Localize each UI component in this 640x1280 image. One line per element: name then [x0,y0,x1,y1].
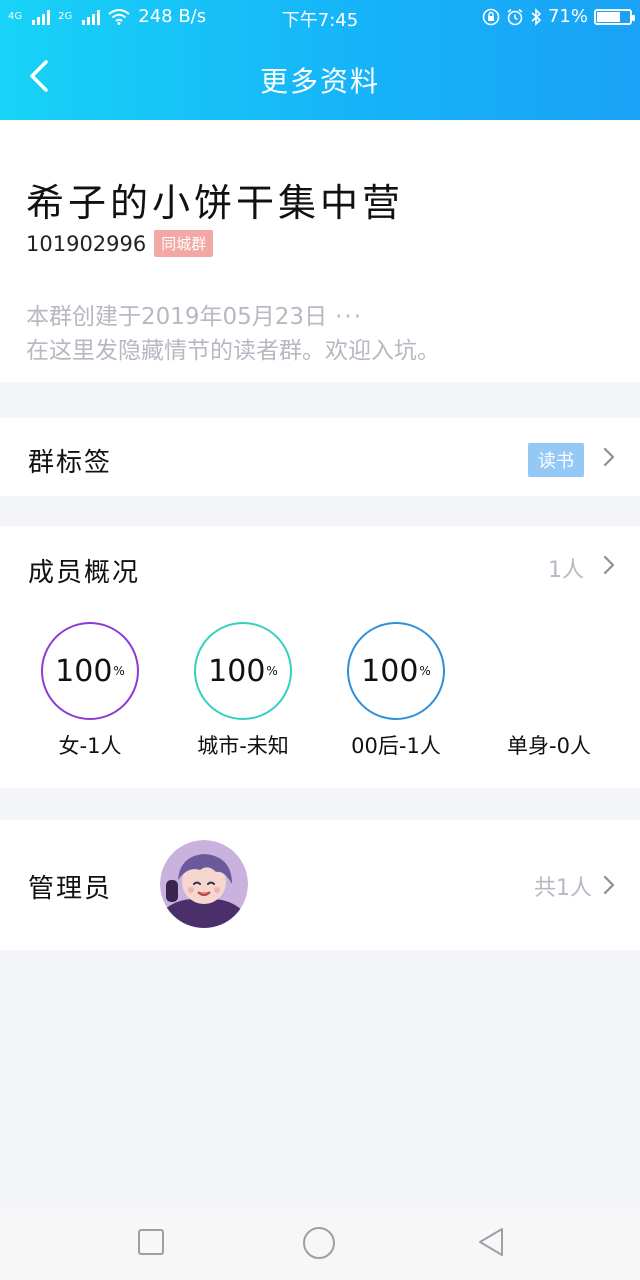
stat-unit: % [113,664,125,678]
stat-unit: % [419,664,431,678]
back-nav-icon[interactable] [476,1226,508,1258]
group-number: 101902996 [26,231,147,256]
chevron-right-icon [603,875,615,895]
bluetooth-icon [531,7,542,26]
stat-label: 00后-1人 [351,734,441,758]
group-name: 希子的小饼干集中营 [26,181,405,225]
admin-count: 共1人 [534,876,592,901]
recent-apps-icon[interactable] [137,1228,165,1256]
member-overview-label: 成员概况 [28,558,141,588]
group-info-card: 希子的小饼干集中营 101902996 同城群 本群创建于2019年05月23日… [0,120,640,382]
stat-single: 单身-0人 [474,622,624,760]
description-line-1: 本群创建于2019年05月23日 [26,304,328,330]
chevron-right-icon [603,447,615,467]
battery-icon [594,8,635,25]
avatar[interactable] [160,840,248,928]
stat-ring: 100% [194,622,292,720]
stat-value: 100 [208,653,266,689]
description-line-2: 在这里发隐藏情节的读者群。欢迎入坑。 [26,338,440,364]
stat-age: 100% 00后-1人 [321,622,471,760]
group-description[interactable]: 本群创建于2019年05月23日 ··· 在这里发隐藏情节的读者群。欢迎入坑。 [26,300,586,368]
admin-label: 管理员 [28,874,113,904]
status-right: 71% [482,6,635,27]
system-nav-bar [0,1210,640,1280]
battery-percent: 71% [547,6,588,27]
stat-ring-empty [474,622,624,720]
stat-gender: 100% 女-1人 [15,622,165,760]
status-bar: 4G 2G 248 B/s 下午7:45 71% [0,0,640,34]
rotation-lock-icon [482,8,500,25]
stat-label: 城市-未知 [197,734,289,758]
group-tags-label: 群标签 [28,448,113,478]
alarm-icon [507,8,523,25]
group-id-row: 101902996 同城群 [26,230,214,257]
stat-city: 100% 城市-未知 [168,622,318,760]
member-overview-card[interactable]: 成员概况 1人 100% 女-1人 100% 城市-未知 100% 00后-1人… [0,526,640,788]
home-icon[interactable] [302,1226,336,1260]
admin-row[interactable]: 管理员 共1人 [0,820,640,950]
stat-value: 100 [361,653,419,689]
stat-label: 单身-0人 [507,734,591,758]
battery-fill [597,11,620,22]
admin-avatar-image [160,840,248,928]
city-badge: 同城群 [154,230,214,257]
group-tags-row[interactable]: 群标签 读书 [0,418,640,496]
more-ellipsis: ··· [335,304,364,330]
stat-label: 女-1人 [58,734,122,758]
stat-unit: % [266,664,278,678]
page-title: 更多资料 [259,65,380,98]
stat-value: 100 [55,653,113,689]
stat-ring: 100% [41,622,139,720]
chevron-right-icon [603,555,615,575]
tag-chip: 读书 [528,443,584,477]
member-count: 1人 [548,558,584,583]
stat-ring: 100% [347,622,445,720]
